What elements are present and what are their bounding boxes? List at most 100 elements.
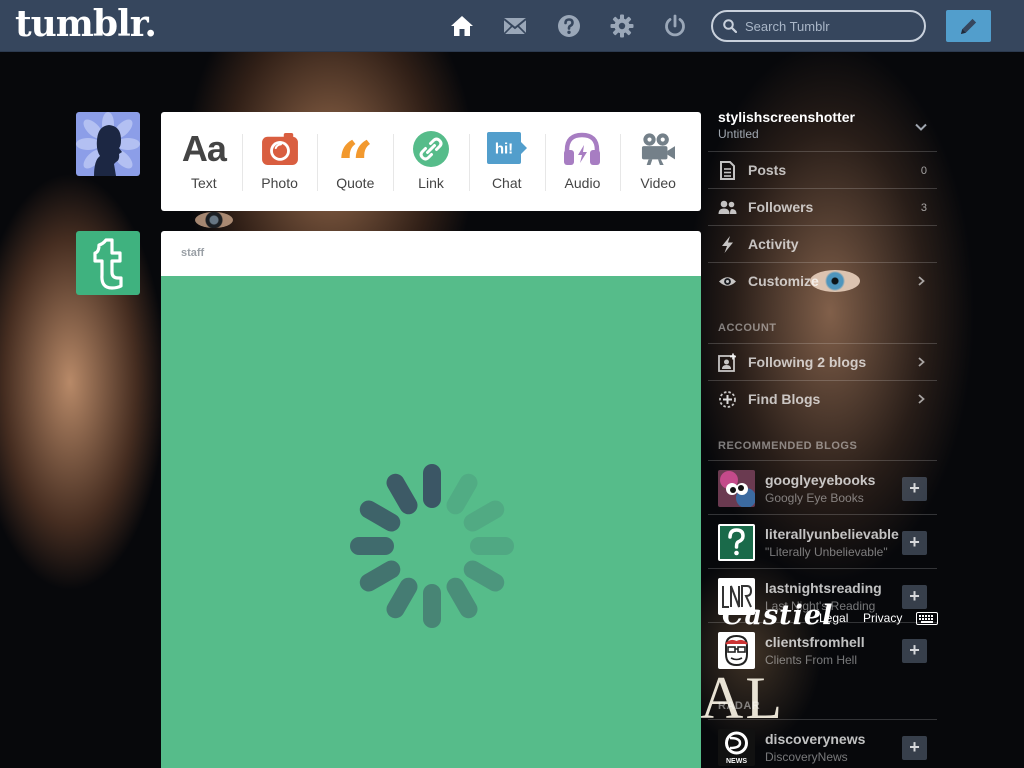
blog-avatar[interactable] [718, 578, 755, 615]
legal-link[interactable]: Legal [819, 611, 848, 625]
recommended-blog: googlyeyebooks Googly Eye Books + [708, 460, 937, 514]
power-icon[interactable] [663, 14, 687, 38]
sidebar-item-find-blogs[interactable]: Find Blogs [708, 380, 937, 417]
blog-name-link[interactable]: discoverynews [765, 731, 905, 747]
account-heading: ACCOUNT [718, 322, 777, 334]
right-sidebar: stylishscreenshotter Untitled Posts 0 Fo… [708, 100, 937, 768]
sidebar-item-activity[interactable]: Activity [708, 225, 937, 262]
spinner-segment [446, 473, 478, 515]
sidebar-item-label: Find Blogs [748, 391, 821, 407]
blog-name[interactable]: stylishscreenshotter [718, 109, 855, 125]
sidebar-item-posts[interactable]: Posts 0 [708, 151, 937, 188]
lightning-icon [722, 236, 733, 253]
post-type-text[interactable]: Aa Text [166, 112, 242, 211]
sidebar-item-label: Customize [748, 273, 819, 289]
sidebar-item-label: Following 2 blogs [748, 354, 867, 370]
spinner-segment [463, 500, 505, 532]
privacy-link[interactable]: Privacy [863, 611, 902, 625]
spinner-segment [386, 577, 418, 619]
search-input[interactable] [745, 16, 917, 36]
eye-icon [719, 277, 736, 286]
post-type-label: Audio [564, 175, 601, 191]
radar-heading: RADAR [718, 700, 761, 712]
blog-name-link[interactable]: literallyunbelievable [765, 526, 905, 542]
sidebar-item-count: 0 [920, 165, 927, 177]
help-icon[interactable] [557, 14, 581, 38]
blog-avatar[interactable] [718, 632, 755, 669]
following-icon [718, 353, 736, 372]
top-header: tumblr. [0, 0, 1024, 52]
envelope-icon[interactable] [503, 14, 527, 38]
pencil-icon [961, 18, 977, 34]
blog-avatar[interactable] [718, 524, 755, 561]
spinner-segment [423, 584, 441, 628]
post-type-label: Video [640, 175, 676, 191]
user-avatar[interactable] [76, 112, 140, 176]
blog-title: Clients From Hell [765, 653, 858, 667]
spinner-segment [470, 537, 514, 555]
post-type-video[interactable]: Video [620, 112, 696, 211]
blog-name-link[interactable]: googlyeyebooks [765, 472, 905, 488]
chat-icon-label: hi! [495, 141, 513, 158]
sidebar-item-count: 3 [920, 202, 927, 214]
tumblr-logo[interactable]: tumblr. [15, 3, 157, 45]
dashboard-post: staff [161, 231, 701, 768]
follow-button[interactable]: + [902, 585, 927, 609]
home-icon[interactable] [450, 14, 474, 38]
chevron-down-icon[interactable] [914, 120, 928, 134]
post-type-audio[interactable]: Audio [544, 112, 621, 211]
post-type-label: Photo [261, 175, 298, 191]
follow-button[interactable]: + [902, 477, 927, 501]
sidebar-item-followers[interactable]: Followers 3 [708, 188, 937, 225]
chevron-right-icon [918, 357, 925, 367]
camera-icon [261, 132, 298, 166]
post-type-bar: Aa Text Photo “ Quote Link hi! Chat Audi… [161, 112, 701, 211]
radar-blog: NEWS discoverynews DiscoveryNews + [708, 719, 937, 768]
post-type-label: Link [418, 175, 444, 191]
recommended-blogs-heading: RECOMMENDED BLOGS [718, 440, 858, 452]
svg-text:NEWS: NEWS [726, 758, 747, 765]
text-post-icon: Aa [181, 128, 227, 169]
search-box[interactable] [711, 10, 926, 42]
blog-name-link[interactable]: lastnightsreading [765, 580, 905, 596]
post-type-label: Quote [336, 175, 375, 191]
blog-avatar[interactable]: NEWS [718, 729, 755, 766]
spinner-segment [359, 500, 401, 532]
recommended-blog: literallyunbelievable "Literally Unbelie… [708, 514, 937, 568]
sidebar-item-customize[interactable]: Customize [708, 262, 937, 299]
spinner-segment [446, 577, 478, 619]
keyboard-shortcuts-icon[interactable] [916, 612, 938, 625]
post-type-quote[interactable]: “ Quote [317, 112, 393, 211]
video-camera-icon [642, 133, 676, 166]
post-type-label: Text [191, 175, 217, 191]
followers-icon [718, 200, 737, 214]
sidebar-item-following[interactable]: Following 2 blogs [708, 343, 937, 380]
gear-icon[interactable] [610, 14, 634, 38]
sidebar-item-label: Posts [748, 162, 787, 178]
sidebar-item-label: Followers [748, 199, 814, 215]
spinner-segment [386, 473, 418, 515]
blog-avatar[interactable] [718, 470, 755, 507]
follow-button[interactable]: + [902, 736, 927, 760]
post-media-loading[interactable] [161, 276, 701, 768]
loading-spinner-icon [350, 464, 514, 628]
post-type-link[interactable]: Link [393, 112, 469, 211]
spinner-segment [350, 537, 394, 555]
blog-title: "Literally Unbelievable" [765, 545, 888, 559]
compose-button[interactable] [946, 10, 991, 42]
staff-avatar[interactable] [76, 231, 140, 295]
post-type-chat[interactable]: hi! Chat [468, 112, 545, 211]
post-type-label: Chat [491, 175, 522, 191]
chevron-right-icon [918, 276, 925, 286]
follow-button[interactable]: + [902, 531, 927, 555]
blog-title: Googly Eye Books [765, 491, 864, 505]
chevron-right-icon [918, 394, 925, 404]
recommended-blog: clientsfromhell Clients From Hell + [708, 622, 937, 676]
post-author[interactable]: staff [161, 231, 701, 276]
spinner-segment [359, 560, 401, 592]
post-type-photo[interactable]: Photo [241, 112, 318, 211]
search-icon [723, 19, 737, 33]
blog-name-link[interactable]: clientsfromhell [765, 634, 905, 650]
blog-subtitle: Untitled [718, 127, 759, 141]
follow-button[interactable]: + [902, 639, 927, 663]
